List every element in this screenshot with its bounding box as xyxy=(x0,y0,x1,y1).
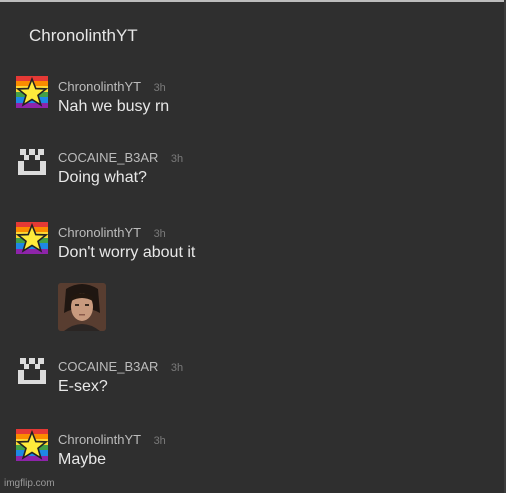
message-text: Don't worry about it xyxy=(58,244,196,261)
image-attachment[interactable] xyxy=(58,283,106,331)
top-border xyxy=(0,0,506,2)
message-username[interactable]: COCAINE_B3AR xyxy=(58,359,158,374)
pixel-face-icon[interactable] xyxy=(16,356,48,388)
chat-title: ChronolinthYT xyxy=(29,26,138,45)
person-photo-thumbnail xyxy=(58,283,106,331)
rainbow-star-icon[interactable] xyxy=(16,76,48,108)
pixel-face-icon[interactable] xyxy=(16,147,48,179)
message-text: Maybe xyxy=(58,451,107,468)
message-text: E-sex? xyxy=(58,378,108,395)
message-text: Nah we busy rn xyxy=(58,98,170,115)
message-username[interactable]: ChronolinthYT xyxy=(58,225,141,240)
message-username[interactable]: ChronolinthYT xyxy=(58,432,141,447)
message-username[interactable]: COCAINE_B3AR xyxy=(58,150,158,165)
message-timestamp: 3h xyxy=(170,153,184,165)
message-timestamp: 3h xyxy=(153,228,166,240)
message-text: Doing what? xyxy=(58,169,147,186)
message-timestamp: 3h xyxy=(153,82,166,94)
rainbow-star-icon[interactable] xyxy=(16,429,48,461)
rainbow-star-icon[interactable] xyxy=(16,222,48,254)
message-username[interactable]: ChronolinthYT xyxy=(58,79,141,94)
message-timestamp: 3h xyxy=(153,435,166,447)
imgflip-watermark: imgflip.com xyxy=(4,478,55,489)
message-timestamp: 3h xyxy=(170,362,184,374)
